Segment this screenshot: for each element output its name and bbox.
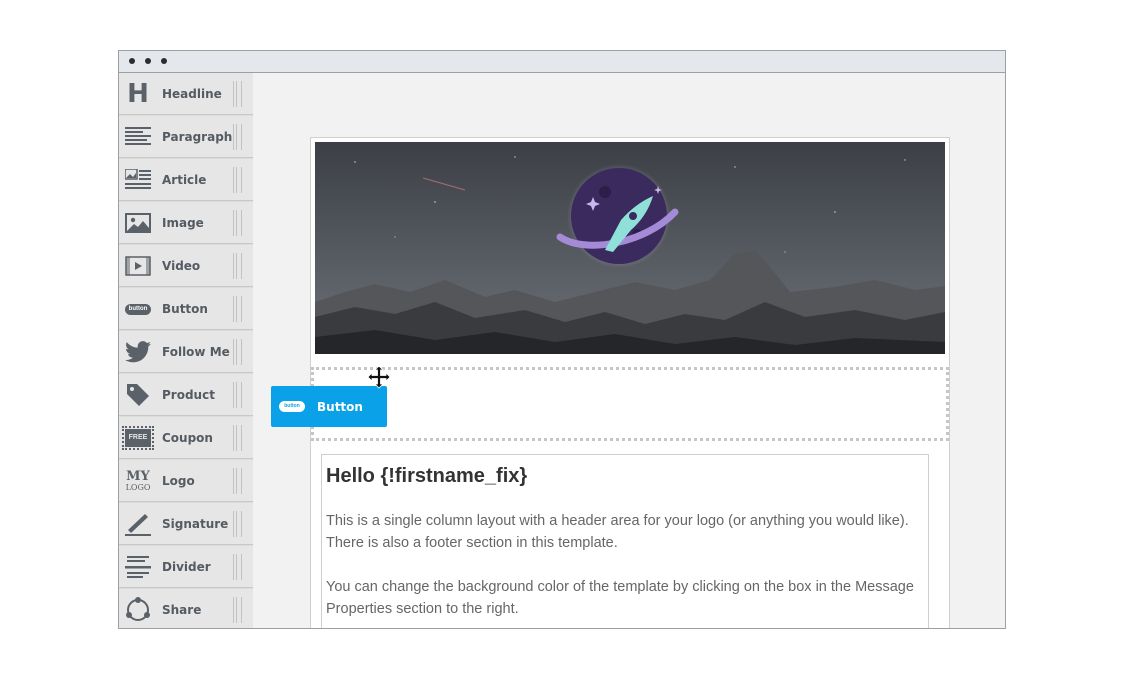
coupon-glyph: FREE [122, 426, 154, 450]
divider-icon [124, 554, 152, 580]
drag-grip-icon[interactable] [233, 511, 242, 537]
drag-grip-icon[interactable] [233, 382, 242, 408]
palette-item-article[interactable]: Article [119, 159, 253, 201]
palette-item-signature[interactable]: Signature [119, 503, 253, 545]
palette-item-image[interactable]: Image [119, 202, 253, 244]
headline-glyph: H [127, 79, 149, 109]
dragged-button-label: Button [317, 400, 363, 414]
palette-item-coupon[interactable]: FREE Coupon [119, 417, 253, 459]
drag-grip-icon[interactable] [233, 597, 242, 623]
pen-icon [124, 511, 152, 537]
drag-grip-icon[interactable] [233, 425, 242, 451]
palette-item-logo[interactable]: MY LOGO Logo [119, 460, 253, 502]
palette-item-button[interactable]: button Button [119, 288, 253, 330]
mountain-night-image [315, 142, 945, 354]
logo-icon: MY LOGO [124, 468, 152, 494]
video-icon [124, 253, 152, 279]
drag-grip-icon[interactable] [233, 339, 242, 365]
drag-grip-icon[interactable] [233, 296, 242, 322]
palette-item-product[interactable]: Product [119, 374, 253, 416]
palette-item-label: Follow Me [162, 345, 230, 359]
palette-item-share[interactable]: Share [119, 589, 253, 628]
button-glyph: button [125, 303, 151, 315]
article-icon [124, 167, 152, 193]
palette-item-follow-me[interactable]: Follow Me [119, 331, 253, 373]
body-paragraph: This is a single column layout with a he… [326, 513, 909, 551]
image-icon [124, 210, 152, 236]
palette-item-label: Article [162, 173, 207, 187]
window-dot[interactable] [161, 58, 167, 64]
palette-item-label: Button [162, 302, 208, 316]
editor-canvas: Hello {!firstname_fix} This is a single … [253, 73, 1005, 628]
button-icon: button [279, 401, 305, 412]
logo-glyph-line2: LOGO [125, 482, 151, 492]
logo-glyph-line1: MY [126, 468, 150, 484]
body-paragraph: You can change the background color of t… [326, 579, 914, 617]
drag-grip-icon[interactable] [233, 124, 242, 150]
palette-item-divider[interactable]: Divider [119, 546, 253, 588]
dragged-button-block[interactable]: button Button [271, 386, 387, 427]
palette-item-label: Coupon [162, 431, 213, 445]
palette-item-headline[interactable]: H Headline [119, 73, 253, 115]
paragraph-icon [124, 124, 152, 150]
coupon-icon: FREE [122, 425, 154, 451]
palette-item-label: Headline [162, 87, 222, 101]
share-icon [124, 597, 152, 623]
button-icon: button [124, 296, 152, 322]
tag-icon [124, 382, 152, 408]
greeting-heading: Hello {!firstname_fix} [326, 465, 528, 487]
palette-item-label: Paragraph [162, 130, 233, 144]
palette-item-label: Video [162, 259, 201, 273]
palette-item-label: Divider [162, 560, 211, 574]
header-image[interactable] [315, 142, 945, 354]
window-dot[interactable] [145, 58, 151, 64]
palette-item-video[interactable]: Video [119, 245, 253, 287]
drag-grip-icon[interactable] [233, 210, 242, 236]
drag-grip-icon[interactable] [233, 468, 242, 494]
window-titlebar [119, 51, 1005, 73]
palette-item-label: Signature [162, 517, 229, 531]
drag-grip-icon[interactable] [233, 253, 242, 279]
move-cursor-icon [367, 365, 391, 389]
window-dot[interactable] [129, 58, 135, 64]
palette-item-label: Logo [162, 474, 195, 488]
twitter-icon [124, 339, 152, 365]
drag-grip-icon[interactable] [233, 81, 242, 107]
palette-item-label: Product [162, 388, 215, 402]
drag-grip-icon[interactable] [233, 167, 242, 193]
palette-item-label: Share [162, 603, 202, 617]
block-palette: H Headline Paragraph Article Image Video… [119, 73, 253, 628]
app-window: H Headline Paragraph Article Image Video… [118, 50, 1006, 629]
headline-icon: H [124, 81, 152, 107]
block-drop-zone[interactable] [311, 367, 949, 441]
drag-grip-icon[interactable] [233, 554, 242, 580]
planet-logo-icon [571, 168, 667, 264]
text-content-block[interactable]: Hello {!firstname_fix} This is a single … [321, 454, 929, 628]
email-template: Hello {!firstname_fix} This is a single … [310, 137, 950, 628]
palette-item-paragraph[interactable]: Paragraph [119, 116, 253, 158]
palette-item-label: Image [162, 216, 204, 230]
